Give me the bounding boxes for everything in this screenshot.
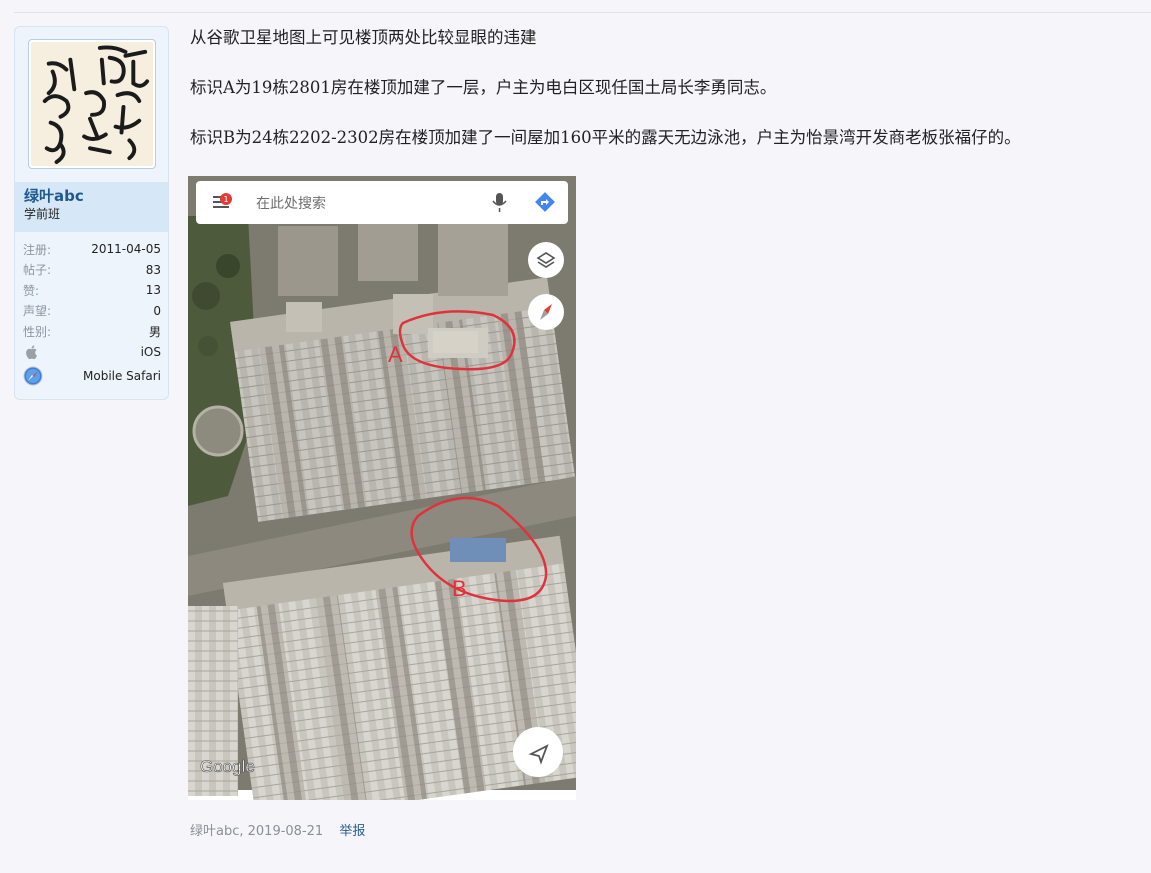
- map-compass-button[interactable]: [528, 294, 564, 330]
- post-meta: 绿叶abc, 2019-08-21: [190, 824, 324, 839]
- user-title: 学前班: [24, 207, 61, 221]
- my-location-button[interactable]: [513, 727, 563, 777]
- post-paragraph: 从谷歌卫星地图上可见楼顶两处比较显眼的违建: [190, 28, 537, 47]
- map-search-bar[interactable]: 1 在此处搜索: [196, 181, 568, 224]
- stat-label: 性别:: [23, 324, 52, 339]
- notification-count: 1: [223, 195, 228, 204]
- stat-value: 2011-04-05: [91, 242, 161, 257]
- stat-row-likes: 赞: 13: [23, 280, 161, 301]
- annotation-label-a: A: [388, 342, 403, 367]
- stat-value: 男: [148, 324, 161, 339]
- map-layers-button[interactable]: [528, 242, 564, 278]
- top-divider: [14, 12, 1151, 13]
- map-screenshot[interactable]: A B 1 在此处搜索 Google: [188, 176, 576, 800]
- browser-value: Mobile Safari: [83, 369, 161, 383]
- avatar-frame[interactable]: [28, 39, 156, 169]
- username-link[interactable]: 绿叶abc: [24, 186, 159, 206]
- stat-value[interactable]: 83: [146, 263, 161, 277]
- stat-label: 注册:: [23, 242, 52, 257]
- stat-label: 声望:: [23, 304, 52, 319]
- stat-value: 13: [145, 283, 161, 298]
- safari-icon: [23, 366, 43, 386]
- user-name-block: 绿叶abc 学前班: [15, 182, 168, 232]
- stat-label: 帖子:: [23, 263, 52, 278]
- user-stats: 注册: 2011-04-05 帖子: 83 赞: 13 声望: 0 性别: 男 …: [23, 239, 161, 390]
- apple-icon: [26, 345, 37, 359]
- stat-label: 赞:: [23, 283, 40, 298]
- stat-value: 0: [153, 303, 161, 318]
- user-info-card: 绿叶abc 学前班 注册: 2011-04-05 帖子: 83 赞: 13 声望…: [14, 26, 169, 400]
- avatar[interactable]: [31, 42, 153, 166]
- post-body: 从谷歌卫星地图上可见楼顶两处比较显眼的违建 标识A为19栋2801房在楼顶加建了…: [190, 24, 1140, 174]
- report-link[interactable]: 举报: [339, 824, 365, 839]
- stat-row-posts: 帖子: 83: [23, 260, 161, 281]
- annotation-label-b: B: [452, 576, 467, 601]
- stat-row-gender: 性别: 男: [23, 321, 161, 342]
- stat-row-platform: iOS: [23, 342, 161, 363]
- post-paragraph: 标识A为19栋2801房在楼顶加建了一层，户主为电白区现任国土局长李勇同志。: [190, 78, 777, 97]
- stat-row-browser: Mobile Safari: [23, 362, 161, 390]
- post-footer: 绿叶abc, 2019-08-21 举报: [190, 820, 365, 839]
- map-search-placeholder: 在此处搜索: [256, 195, 326, 212]
- google-logo: Google: [200, 757, 255, 776]
- stat-row-registered: 注册: 2011-04-05: [23, 239, 161, 260]
- post-paragraph: 标识B为24栋2202-2302房在楼顶加建了一间屋加160平米的露天无边泳池，…: [190, 128, 1021, 147]
- platform-value: iOS: [140, 344, 161, 359]
- stat-row-reputation: 声望: 0: [23, 301, 161, 322]
